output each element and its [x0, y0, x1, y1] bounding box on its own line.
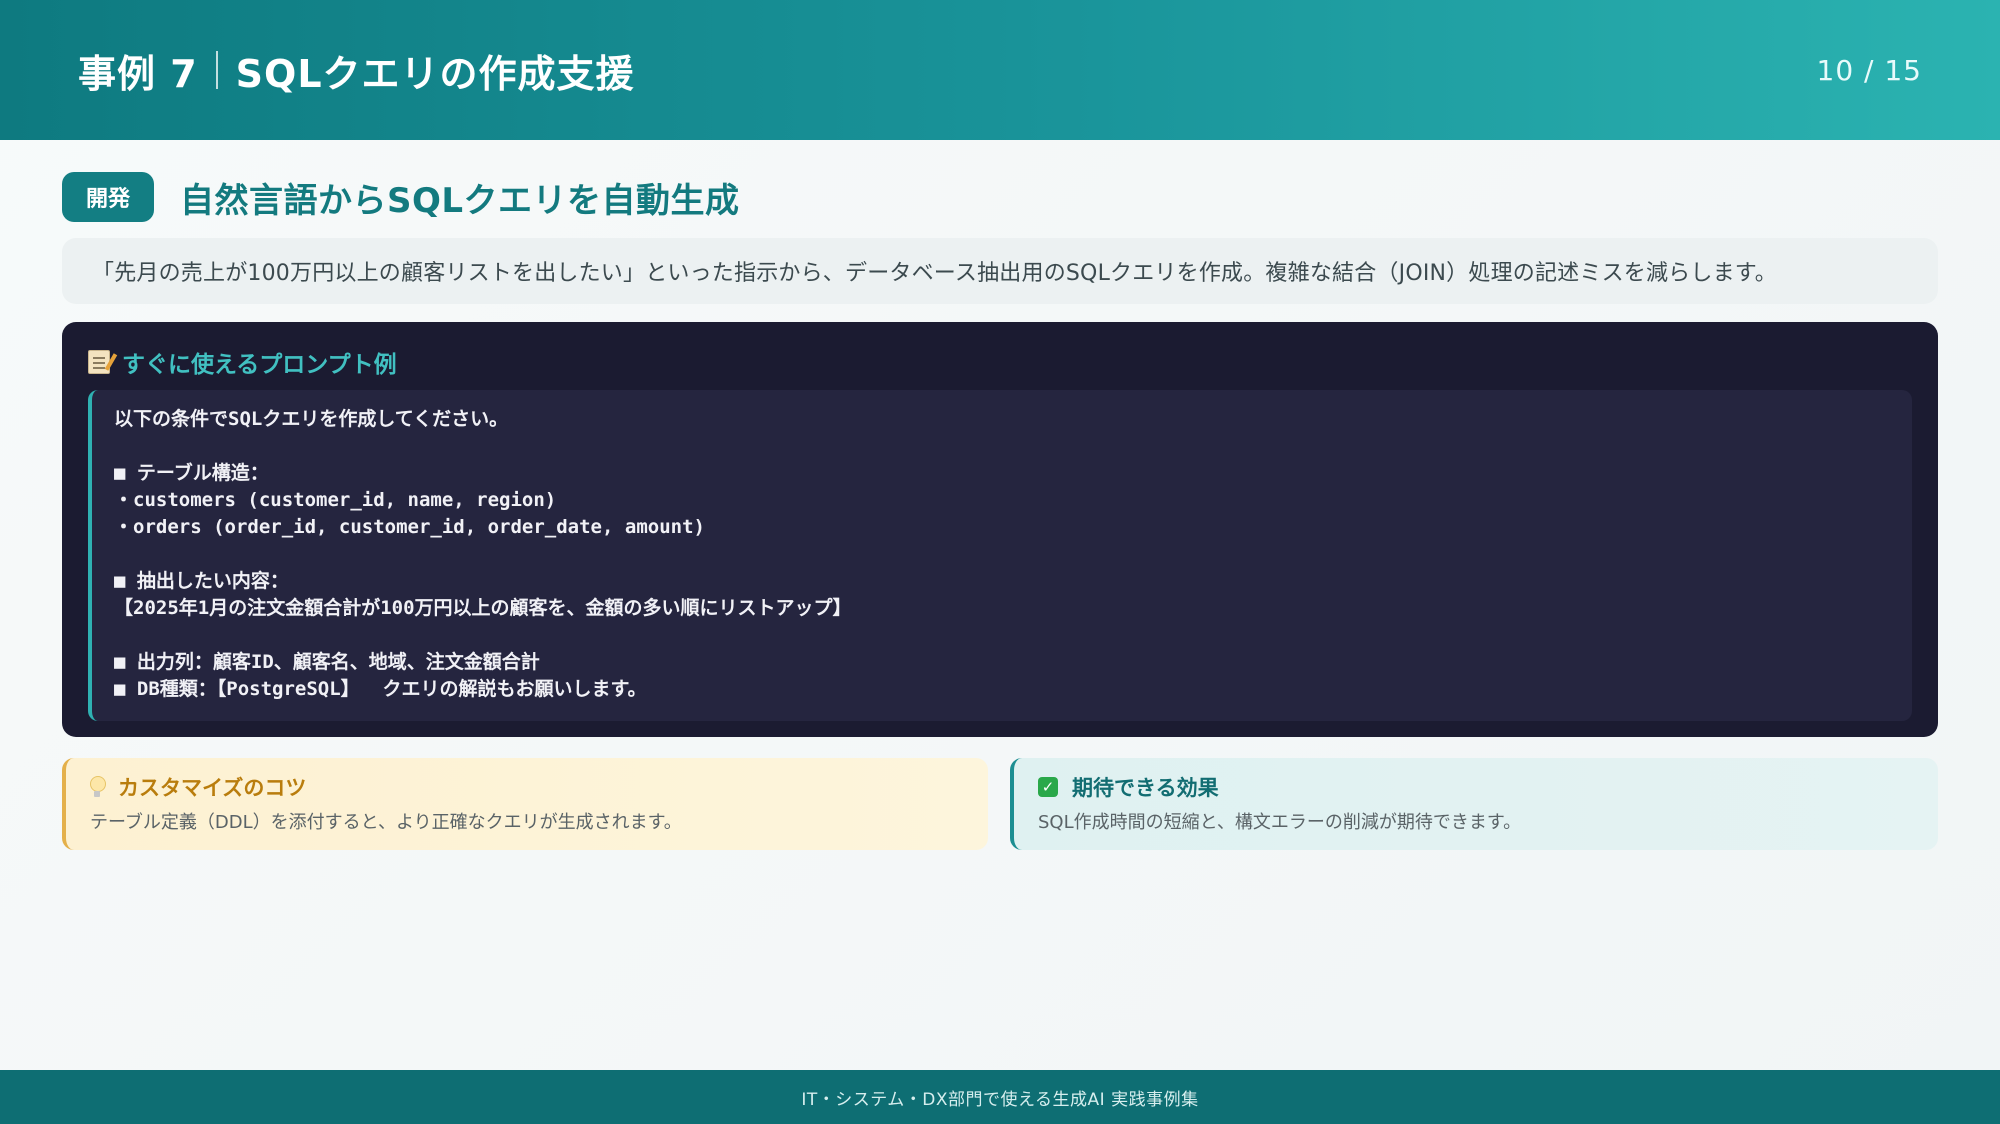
slide: 事例 7 SQLクエリの作成支援 10 / 15 開発 自然言語からSQLクエリ… — [0, 0, 2000, 1124]
lightbulb-icon — [90, 776, 106, 798]
footer-bar: IT・システム・DX部門で使える生成AI 実践事例集 — [0, 1070, 2000, 1124]
prompt-code-block[interactable]: 以下の条件でSQLクエリを作成してください。 ■ テーブル構造： ・custom… — [88, 390, 1912, 721]
footer-text: IT・システム・DX部門で使える生成AI 実践事例集 — [801, 1089, 1199, 1110]
check-icon: ✓ — [1038, 777, 1058, 797]
case-label: 事例 7 — [78, 51, 198, 96]
prompt-heading: すぐに使えるプロンプト例 — [122, 352, 397, 378]
slide-title: 事例 7 SQLクエリの作成支援 — [78, 43, 635, 98]
tips-card: カスタマイズのコツ テーブル定義（DDL）を添付すると、より正確なクエリが生成さ… — [62, 758, 988, 850]
title-divider — [215, 51, 218, 89]
prompt-panel: すぐに使えるプロンプト例 以下の条件でSQLクエリを作成してください。 ■ テー… — [62, 322, 1938, 737]
description-text: 「先月の売上が100万円以上の顧客リストを出したい」といった指示から、データベー… — [92, 261, 1777, 286]
prompt-header: すぐに使えるプロンプト例 — [88, 344, 1912, 380]
header-bar: 事例 7 SQLクエリの作成支援 10 / 15 — [0, 0, 2000, 140]
memo-icon — [88, 350, 110, 374]
section-subtitle: 自然言語からSQLクエリを自動生成 — [180, 180, 740, 221]
effect-body: SQL作成時間の短縮と、構文エラーの削減が期待できます。 — [1038, 812, 1522, 833]
category-badge: 開発 — [62, 172, 154, 222]
effect-header: ✓ 期待できる効果 — [1038, 772, 1914, 802]
description-box: 「先月の売上が100万円以上の顧客リストを出したい」といった指示から、データベー… — [62, 238, 1938, 304]
effect-card: ✓ 期待できる効果 SQL作成時間の短縮と、構文エラーの削減が期待できます。 — [1010, 758, 1938, 850]
subtitle-row: 開発 自然言語からSQLクエリを自動生成 — [62, 172, 740, 222]
page-indicator: 10 / 15 — [1816, 53, 1922, 87]
tips-heading: カスタマイズのコツ — [118, 776, 307, 800]
title-text: SQLクエリの作成支援 — [235, 51, 635, 96]
effect-heading: 期待できる効果 — [1072, 776, 1219, 800]
tips-body: テーブル定義（DDL）を添付すると、より正確なクエリが生成されます。 — [90, 812, 682, 833]
tips-header: カスタマイズのコツ — [90, 772, 964, 802]
